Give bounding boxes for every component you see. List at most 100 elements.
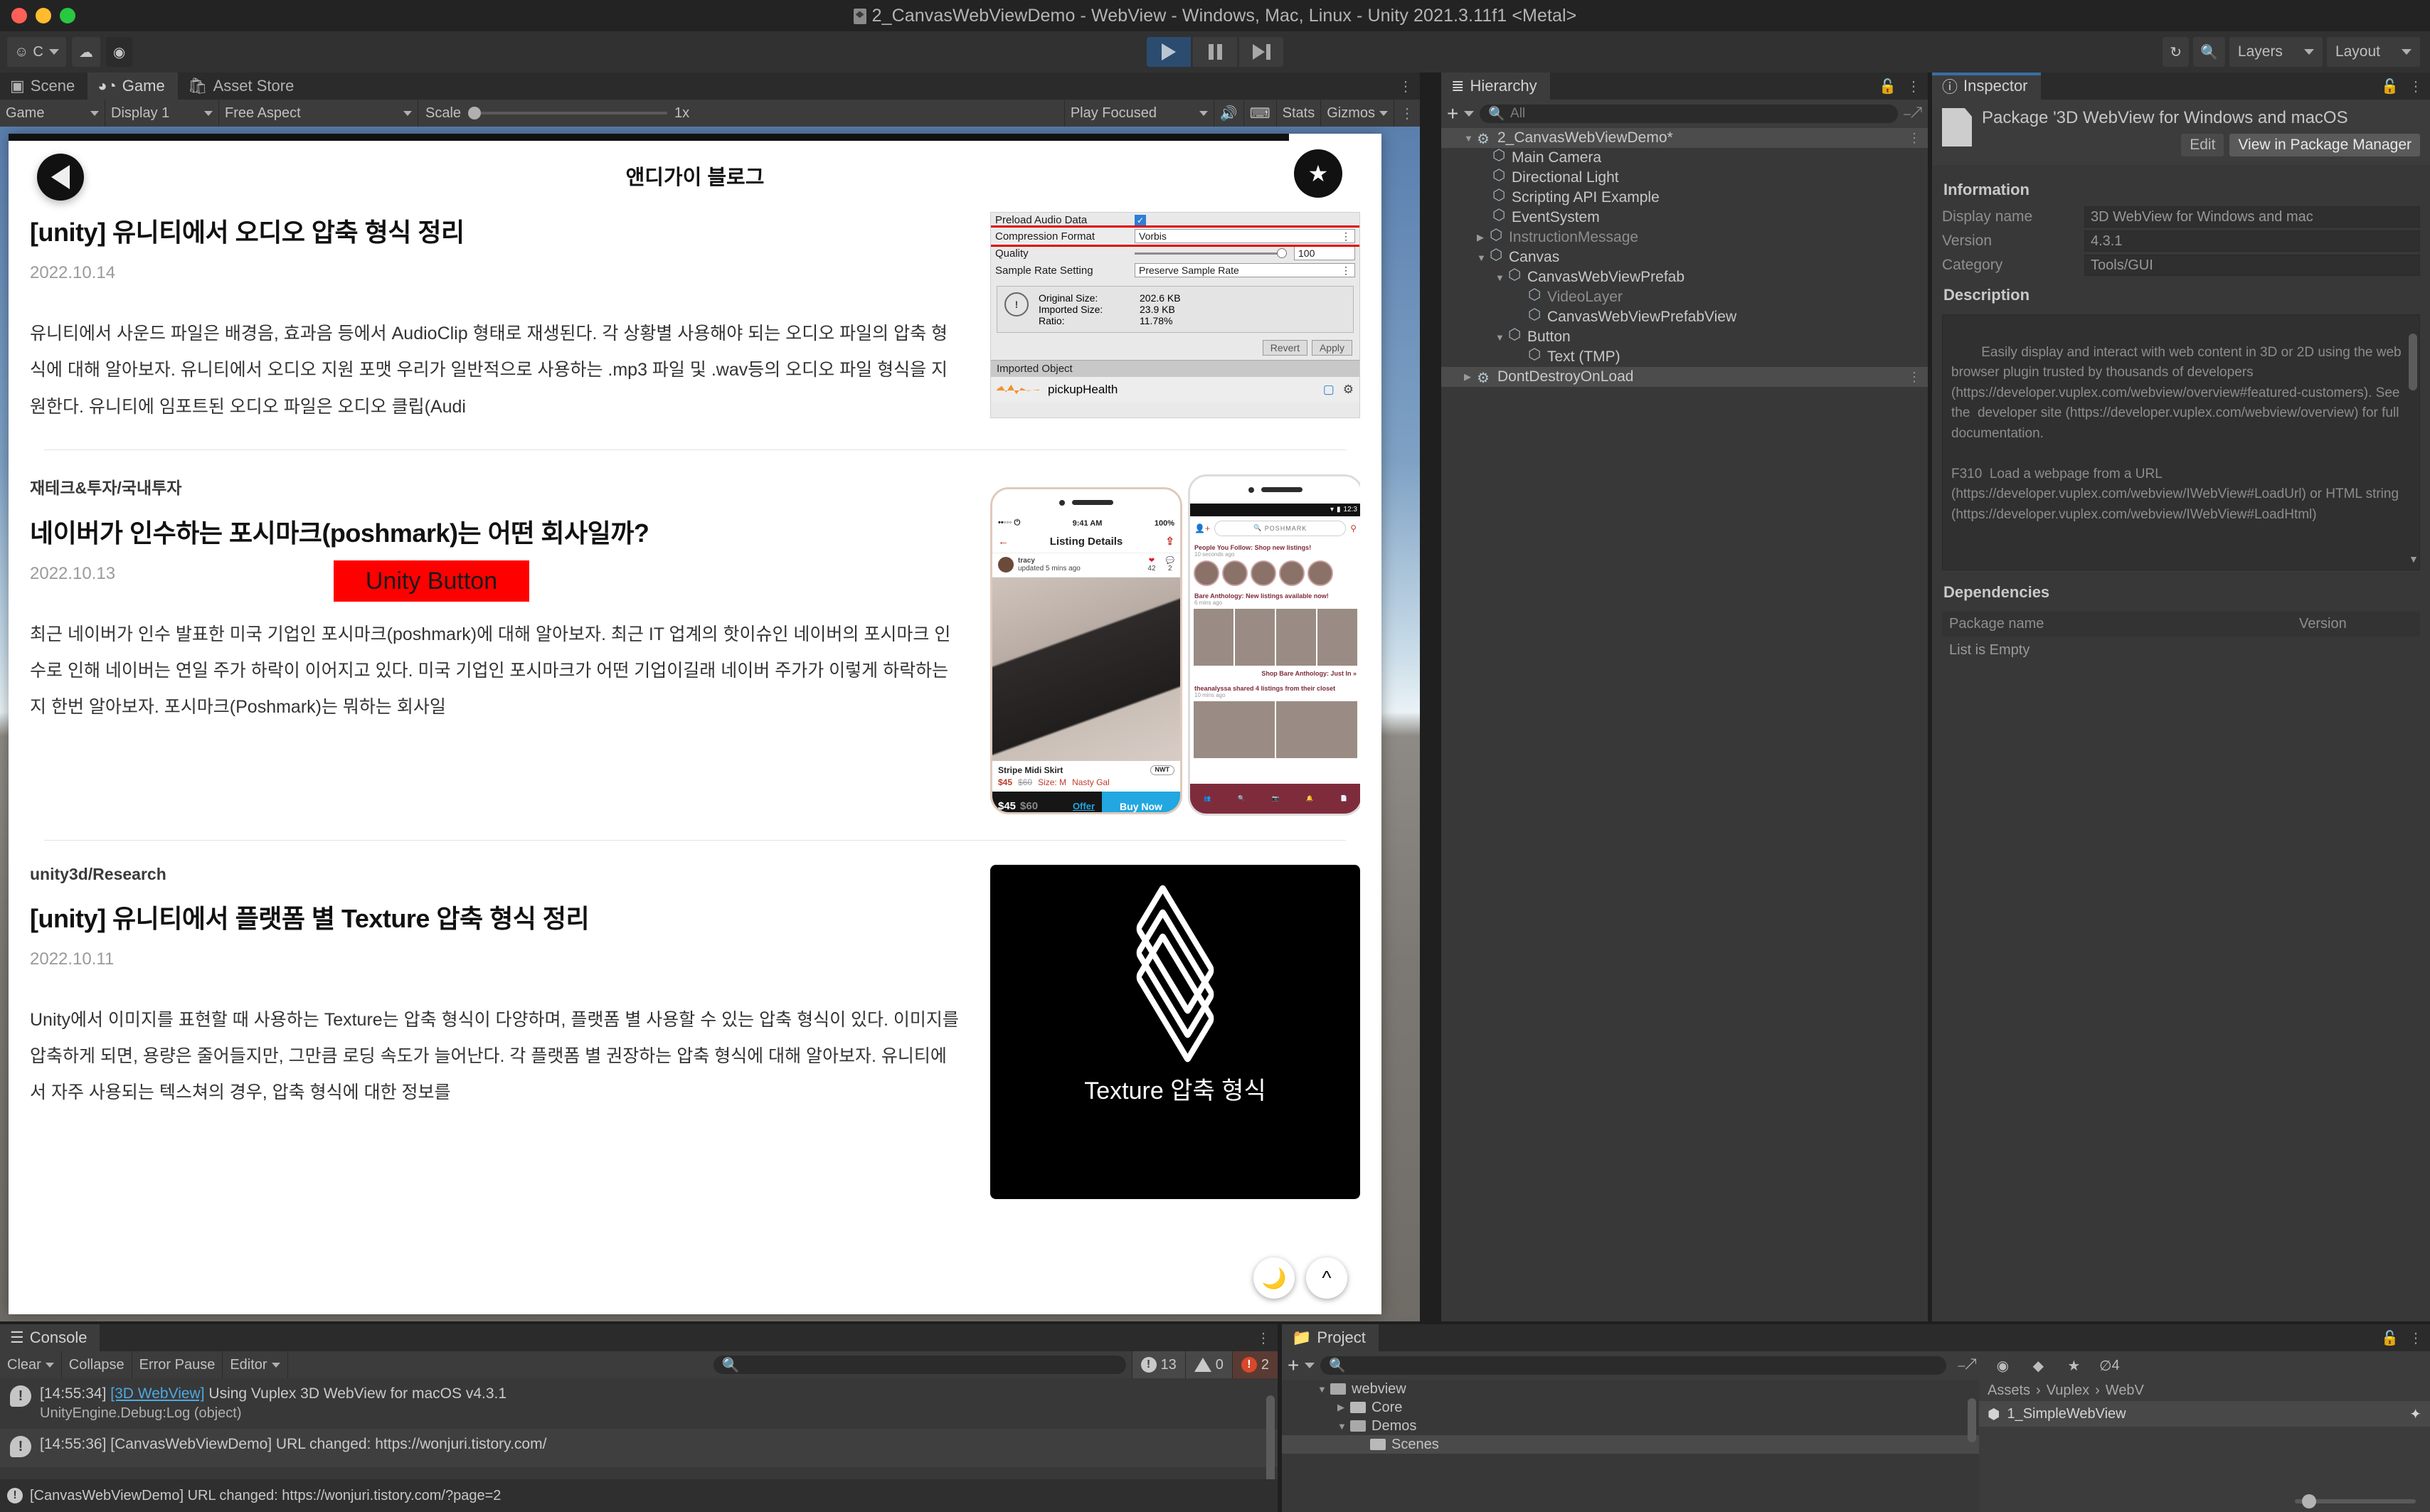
- hierarchy-item-instructionmessage[interactable]: ▶InstructionMessage: [1441, 226, 1928, 247]
- hierarchy-item-directional-light[interactable]: Directional Light: [1441, 166, 1928, 188]
- hierarchy-item-scripting-api-example[interactable]: Scripting API Example: [1441, 186, 1928, 208]
- project-tree-item-demos[interactable]: ▼ Demos: [1282, 1417, 1979, 1435]
- project-tree-scrollbar[interactable]: [1968, 1381, 1976, 1511]
- plus-icon[interactable]: +: [1447, 104, 1458, 124]
- chevron-down-icon[interactable]: ▼: [1464, 133, 1477, 144]
- hidden-packages-count[interactable]: ∅ 4: [2094, 1355, 2124, 1376]
- game-target-dropdown[interactable]: Game: [0, 100, 105, 127]
- save-filter-icon[interactable]: ◉: [1988, 1355, 2017, 1376]
- kebab-menu-icon[interactable]: ⋮: [2409, 1329, 2423, 1347]
- chevron-down-icon[interactable]: [45, 1362, 54, 1368]
- hierarchy-item-videolayer[interactable]: VideoLayer: [1441, 286, 1928, 307]
- chevron-down-icon[interactable]: ▼: [1477, 252, 1490, 263]
- tab-console[interactable]: ☰ Console: [0, 1324, 100, 1351]
- game-panel-menu[interactable]: ⋮: [1394, 100, 1420, 127]
- divider-horizontal[interactable]: [0, 1321, 2430, 1324]
- kebab-menu-icon[interactable]: ⋮: [2409, 78, 2423, 95]
- display-dropdown[interactable]: Display 1: [105, 100, 219, 127]
- divider-game-hierarchy[interactable]: [1420, 73, 1441, 1321]
- tab-game[interactable]: ◕◔ Game: [87, 73, 178, 100]
- post-category[interactable]: unity3d/Research: [30, 865, 962, 884]
- tab-asset-store[interactable]: 🛍 Asset Store: [177, 73, 307, 100]
- post-thumbnail[interactable]: ••◦◦◦ ⏻ 9:41 AM 100% ← Listing Details ⇪: [990, 474, 1360, 816]
- console-message-list[interactable]: [14:55:34] [3D WebView] Using Vuplex 3D …: [0, 1378, 1278, 1479]
- layout-dropdown[interactable]: Layout: [2326, 37, 2420, 67]
- post-thumbnail[interactable]: Texture 압축 형식: [990, 864, 1360, 1199]
- chevron-down-icon[interactable]: [1305, 1363, 1315, 1368]
- warning-count-toggle[interactable]: 0: [1184, 1351, 1232, 1378]
- post-title[interactable]: 네이버가 인수하는 포시마크(poshmark)는 어떤 회사일까?: [30, 513, 962, 550]
- hierarchy-item-main-camera[interactable]: Main Camera: [1441, 147, 1928, 168]
- kebab-menu-icon[interactable]: ⋮: [1399, 78, 1413, 95]
- log-tag[interactable]: [3D WebView]: [110, 1385, 204, 1402]
- hierarchy-item-dontdestroyonload[interactable]: ▶ ⚙ DontDestroyOnLoad ⋮: [1441, 367, 1928, 387]
- hierarchy-search-input[interactable]: 🔍 All: [1480, 105, 1898, 123]
- editor-dropdown[interactable]: Editor: [223, 1351, 288, 1378]
- clear-button[interactable]: Clear: [0, 1351, 62, 1378]
- label-filter-icon[interactable]: ◆: [2023, 1355, 2053, 1376]
- tab-hierarchy[interactable]: ≣ Hierarchy: [1441, 73, 1550, 100]
- scale-slider[interactable]: [468, 107, 668, 119]
- game-render-canvas[interactable]: 앤디가이 블로그 ★ [unity] 유니티에서 오디오 압축 형식 정리 20…: [0, 127, 1420, 1321]
- console-scrollbar[interactable]: [1266, 1381, 1275, 1488]
- open-in-window-icon[interactable]: ⎯↗: [1952, 1355, 1982, 1376]
- kebab-menu-icon[interactable]: ⋮: [1256, 1329, 1270, 1347]
- play-mode-dropdown[interactable]: Play Focused: [1063, 100, 1214, 127]
- display-name-field[interactable]: 3D WebView for Windows and mac: [2084, 206, 2420, 228]
- unity-overlay-button[interactable]: Unity Button: [334, 560, 529, 602]
- keyboard-button[interactable]: ⌨: [1243, 100, 1276, 127]
- console-message[interactable]: [14:55:36] [CanvasWebViewDemo] URL chang…: [0, 1429, 1278, 1467]
- project-asset-browser[interactable]: Assets › Vuplex › WebV ⬢ 1_SimpleWebView ✦: [1979, 1380, 2430, 1512]
- tab-project[interactable]: 📁 Project: [1282, 1324, 1379, 1351]
- console-message[interactable]: [14:55:34] [3D WebView] Using Vuplex 3D …: [0, 1378, 1278, 1429]
- project-tree-item-scenes[interactable]: Scenes: [1282, 1435, 1979, 1454]
- hierarchy-item-button[interactable]: ▼Button: [1441, 326, 1928, 347]
- blog-post[interactable]: 재테크&투자/국내투자 네이버가 인수하는 포시마크(poshmark)는 어떤…: [9, 474, 1381, 841]
- project-folder-tree[interactable]: ▼ webview ▶ Core ▼ Demos Scenes: [1282, 1380, 1979, 1512]
- hierarchy-item-text-tmp[interactable]: Text (TMP): [1441, 346, 1928, 367]
- info-count-toggle[interactable]: ! 13: [1131, 1351, 1185, 1378]
- pause-button[interactable]: [1193, 37, 1237, 67]
- description-scrollbar[interactable]: ▲ ▼: [2409, 318, 2419, 567]
- moon-icon[interactable]: 🌙: [1253, 1257, 1295, 1299]
- kebab-menu-icon[interactable]: ⋮: [1906, 78, 1921, 95]
- version-field[interactable]: 4.3.1: [2084, 230, 2420, 252]
- aspect-dropdown[interactable]: Free Aspect: [219, 100, 418, 127]
- post-thumbnail[interactable]: Preload Audio Data ✓ Compression Format …: [990, 212, 1360, 425]
- description-textarea[interactable]: Easily display and interact with web con…: [1942, 314, 2420, 570]
- chevron-down-icon[interactable]: ▼: [1337, 1421, 1350, 1432]
- scroll-thumb[interactable]: [1968, 1398, 1976, 1442]
- post-title[interactable]: [unity] 유니티에서 플랫폼 별 Texture 압축 형식 정리: [30, 898, 962, 935]
- post-title[interactable]: [unity] 유니티에서 오디오 압축 형식 정리: [30, 212, 962, 249]
- open-in-window-icon[interactable]: ⎯↗: [1904, 106, 1922, 122]
- hierarchy-item-scene-root[interactable]: ▼ ⚙ 2_CanvasWebViewDemo* ⋮: [1441, 128, 1928, 148]
- error-pause-toggle[interactable]: Error Pause: [132, 1351, 223, 1378]
- stats-button[interactable]: Stats: [1275, 100, 1321, 127]
- divider-hierarchy-inspector[interactable]: [1928, 73, 1932, 1321]
- divider-console-project[interactable]: [1278, 1324, 1282, 1512]
- project-tree-item-core[interactable]: ▶ Core: [1282, 1398, 1979, 1417]
- project-search-input[interactable]: 🔍: [1320, 1356, 1947, 1375]
- hierarchy-item-canvaswebviewprefab[interactable]: ▼CanvasWebViewPrefab: [1441, 266, 1928, 287]
- post-category[interactable]: 재테크&투자/국내투자: [30, 474, 962, 499]
- tab-inspector[interactable]: ⓘ Inspector: [1932, 73, 2041, 100]
- scroll-down-icon[interactable]: ▼: [2409, 552, 2419, 567]
- kebab-menu-icon[interactable]: ⋮: [1908, 131, 1921, 146]
- gizmos-button[interactable]: Gizmos: [1320, 100, 1394, 127]
- error-count-toggle[interactable]: ! 2: [1231, 1351, 1278, 1378]
- console-search-input[interactable]: 🔍: [713, 1356, 1126, 1374]
- hierarchy-item-eventsystem[interactable]: EventSystem: [1441, 206, 1928, 228]
- scroll-thumb[interactable]: [1266, 1395, 1275, 1488]
- edit-button[interactable]: Edit: [2181, 134, 2224, 156]
- favorite-icon[interactable]: ★: [2059, 1355, 2089, 1376]
- hierarchy-item-canvas[interactable]: ▼Canvas: [1441, 246, 1928, 267]
- scroll-thumb[interactable]: [2409, 334, 2417, 390]
- asset-list-item[interactable]: ⬢ 1_SimpleWebView ✦: [1979, 1401, 2430, 1427]
- layers-dropdown[interactable]: Layers: [2229, 37, 2323, 67]
- tab-scene[interactable]: ▣ Scene: [0, 73, 88, 100]
- lock-icon[interactable]: 🔓: [1879, 78, 1896, 95]
- chevron-down-icon[interactable]: ▼: [1317, 1384, 1330, 1395]
- view-in-package-manager-button[interactable]: View in Package Manager: [2229, 134, 2420, 156]
- category-field[interactable]: Tools/GUI: [2084, 255, 2420, 276]
- chevron-up-icon[interactable]: ^: [1306, 1257, 1347, 1299]
